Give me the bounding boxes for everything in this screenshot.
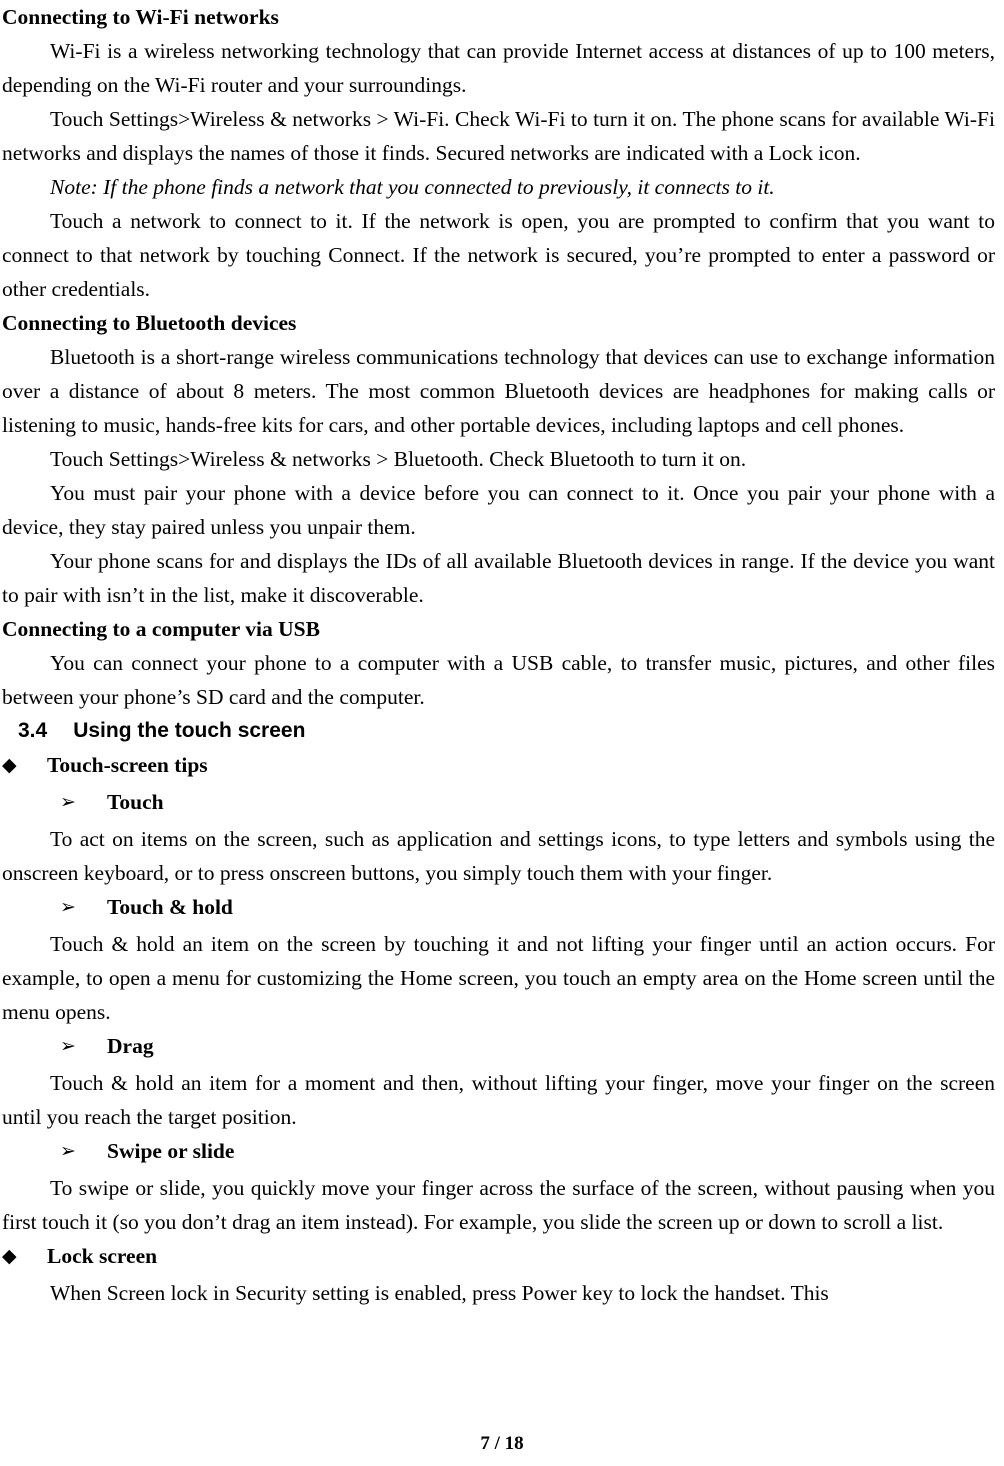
lock-screen-label: Lock screen [47, 1244, 158, 1268]
paragraph-touch-and-hold-body: Touch & hold an item on the screen by to… [2, 932, 995, 1024]
paragraph-drag-body: Touch & hold an item for a moment and th… [2, 1071, 995, 1129]
paragraph-wifi-settings: Touch Settings>Wireless & networks > Wi-… [2, 107, 995, 165]
section-number: 3.4 [18, 719, 48, 742]
section-heading-3-4: 3.4 Using the touch screen [2, 714, 995, 748]
manual-page: Connecting to Wi-Fi networks Wi-Fi is a … [0, 0, 1004, 1466]
arrow-bullet-icon: ➢ [60, 896, 76, 918]
swipe-or-slide-label: Swipe or slide [107, 1139, 235, 1163]
page-footer: 7 / 18 [480, 1433, 524, 1454]
note-wifi-previous-network: Note: If the phone finds a network that … [50, 175, 775, 199]
section-title: Using the touch screen [73, 719, 306, 742]
paragraph-swipe-or-slide-body: To swipe or slide, you quickly move your… [2, 1176, 995, 1234]
heading-connecting-usb: Connecting to a computer via USB [2, 617, 320, 641]
diamond-bullet-icon: ◆ [2, 754, 17, 776]
drag-label: Drag [107, 1034, 154, 1058]
heading-connecting-wifi: Connecting to Wi-Fi networks [2, 5, 279, 29]
heading-connecting-bluetooth: Connecting to Bluetooth devices [2, 311, 297, 335]
subheading-touch: ➢ Touch [2, 785, 995, 822]
heading-lock-screen: ◆ Lock screen [2, 1239, 995, 1276]
paragraph-bluetooth-scan: Your phone scans for and displays the ID… [2, 549, 995, 607]
paragraph-touch-body: To act on items on the screen, such as a… [2, 827, 995, 885]
heading-touch-screen-tips: ◆ Touch-screen tips [2, 748, 995, 785]
paragraph-usb-body: You can connect your phone to a computer… [2, 651, 995, 709]
paragraph-bluetooth-intro: Bluetooth is a short-range wireless comm… [2, 345, 995, 437]
subheading-drag: ➢ Drag [2, 1029, 995, 1066]
touch-label: Touch [107, 790, 164, 814]
arrow-bullet-icon: ➢ [60, 1035, 76, 1057]
arrow-bullet-icon: ➢ [60, 1140, 76, 1162]
paragraph-wifi-intro: Wi-Fi is a wireless networking technolog… [2, 39, 995, 97]
touch-screen-tips-label: Touch-screen tips [47, 753, 208, 777]
paragraph-lock-screen-body: When Screen lock in Security setting is … [50, 1281, 829, 1305]
paragraph-bluetooth-settings: Touch Settings>Wireless & networks > Blu… [50, 447, 747, 471]
paragraph-wifi-connect: Touch a network to connect to it. If the… [2, 209, 995, 301]
arrow-bullet-icon: ➢ [60, 791, 76, 813]
page-content: Connecting to Wi-Fi networks Wi-Fi is a … [2, 0, 995, 1310]
paragraph-bluetooth-pairing: You must pair your phone with a device b… [2, 481, 995, 539]
subheading-touch-and-hold: ➢ Touch & hold [2, 890, 995, 927]
touch-and-hold-label: Touch & hold [107, 895, 233, 919]
diamond-bullet-icon: ◆ [2, 1245, 17, 1267]
subheading-swipe-or-slide: ➢ Swipe or slide [2, 1134, 995, 1171]
